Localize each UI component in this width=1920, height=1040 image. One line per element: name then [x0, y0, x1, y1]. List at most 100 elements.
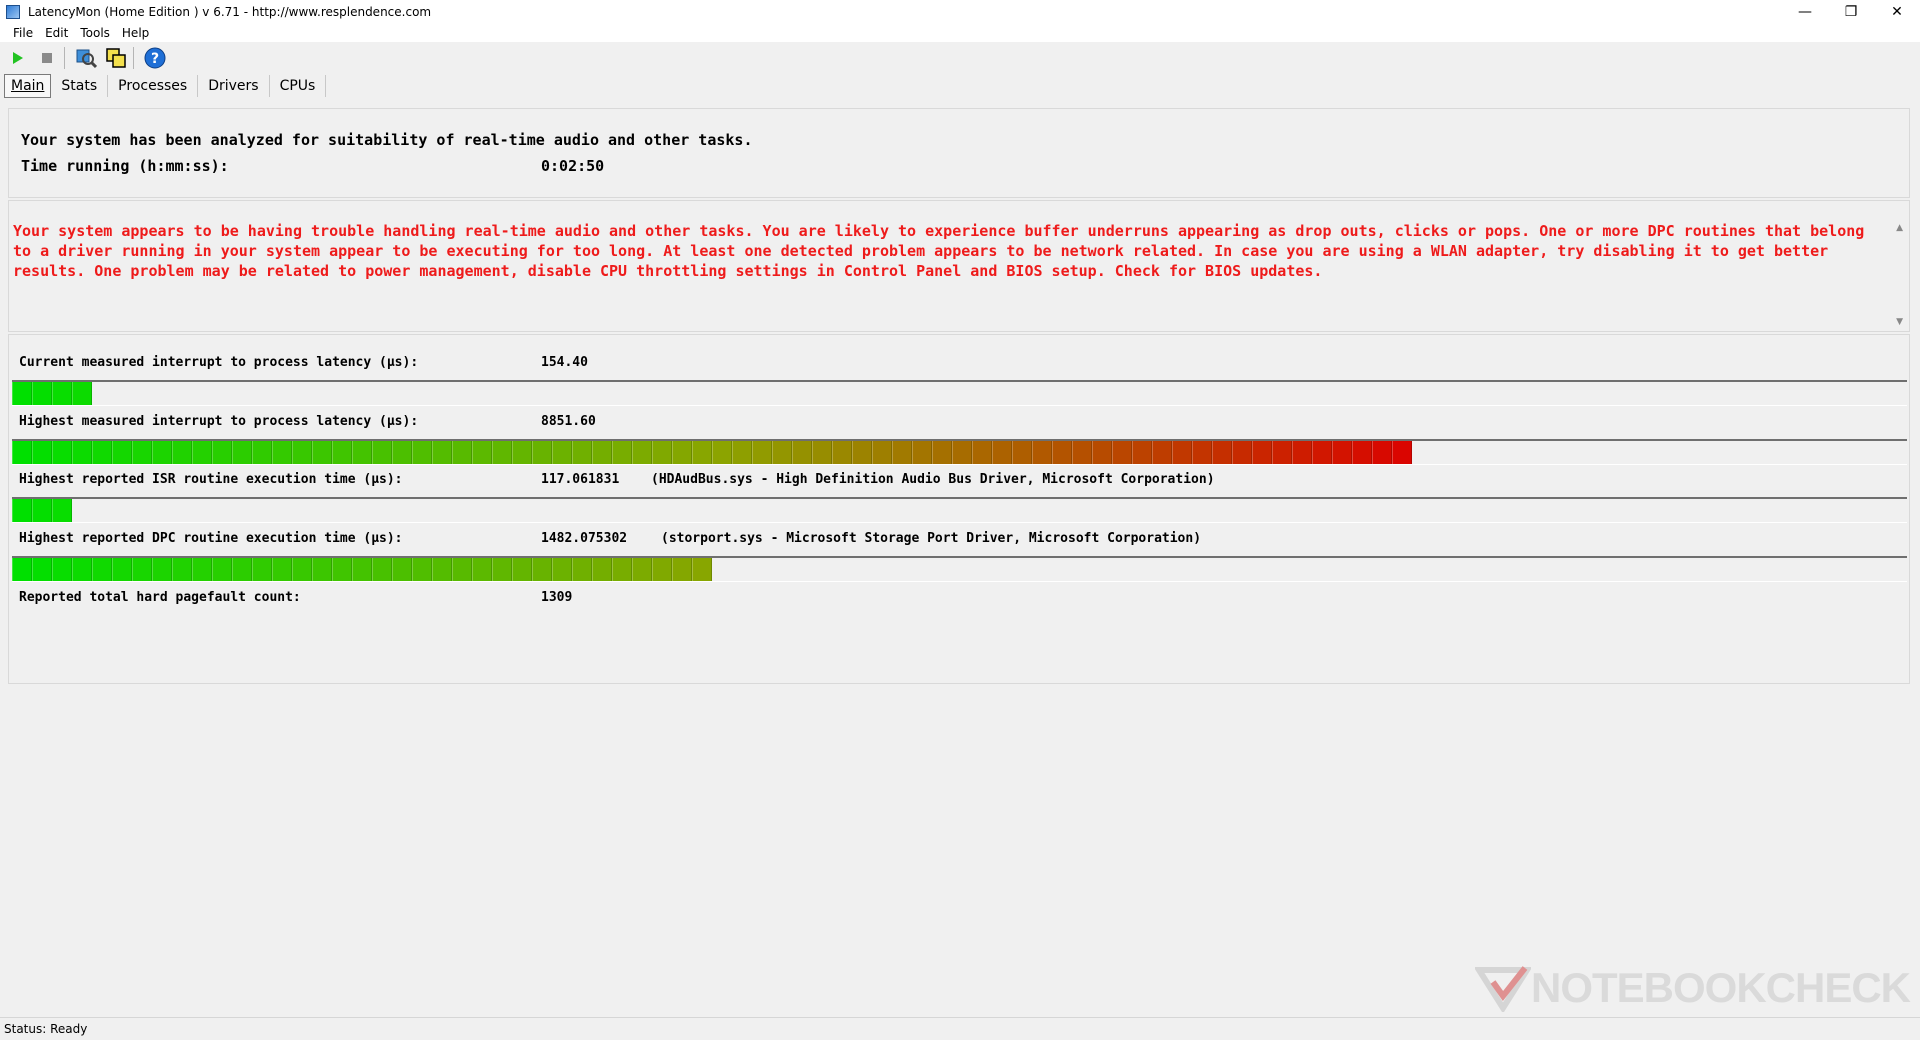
tab-stats[interactable]: Stats — [51, 75, 109, 97]
bar-segment — [1052, 441, 1072, 464]
time-running-label: Time running (h:mm:ss): — [21, 157, 229, 175]
bar-segment — [332, 558, 352, 581]
bar-segment — [52, 499, 72, 522]
bar-segment — [252, 558, 272, 581]
bar-segment — [52, 441, 72, 464]
bar-segment — [32, 499, 52, 522]
bar-segment — [372, 558, 392, 581]
current-latency-bar — [12, 380, 1907, 406]
bar-segment — [652, 441, 672, 464]
menu-edit[interactable]: Edit — [40, 26, 73, 40]
bar-segment — [232, 558, 252, 581]
bar-segment — [32, 441, 52, 464]
pagefault-label: Reported total hard pagefault count: — [19, 590, 301, 605]
bar-segment — [812, 441, 832, 464]
bar-segment — [1292, 441, 1312, 464]
minimize-button[interactable]: — — [1782, 0, 1828, 24]
copy-windows-button[interactable] — [103, 45, 129, 71]
bar-segment — [552, 441, 572, 464]
bar-segment — [1312, 441, 1332, 464]
bar-segment — [552, 558, 572, 581]
bar-segment — [212, 441, 232, 464]
scroll-up-icon[interactable]: ▲ — [1896, 223, 1903, 233]
bar-segment — [432, 558, 452, 581]
bar-segment — [752, 441, 772, 464]
scroll-down-icon[interactable]: ▼ — [1896, 317, 1903, 327]
bar-segment — [532, 441, 552, 464]
dpc-driver: (storport.sys - Microsoft Storage Port D… — [661, 531, 1202, 546]
bar-segment — [532, 558, 552, 581]
bar-segment — [1012, 441, 1032, 464]
tab-cpus[interactable]: CPUs — [270, 75, 327, 97]
watermark-text: NOTEBOOKCHECK — [1530, 964, 1911, 1011]
app-icon — [6, 5, 20, 19]
help-button[interactable]: ? — [142, 45, 168, 71]
tab-main[interactable]: Main — [4, 74, 52, 98]
bar-segment — [1212, 441, 1232, 464]
time-running-value: 0:02:50 — [541, 157, 605, 175]
bar-segment — [392, 558, 412, 581]
bar-segment — [1232, 441, 1252, 464]
start-button[interactable] — [4, 45, 30, 71]
bar-segment — [732, 441, 752, 464]
bar-segment — [1372, 441, 1392, 464]
menu-file[interactable]: File — [8, 26, 38, 40]
restore-button[interactable]: ❐ — [1828, 0, 1874, 24]
bar-segment — [1392, 441, 1412, 464]
dpc-label: Highest reported DPC routine execution t… — [19, 531, 403, 546]
bar-segment — [112, 558, 132, 581]
warning-panel[interactable]: Your system appears to be having trouble… — [8, 200, 1910, 332]
bar-segment — [1332, 441, 1352, 464]
bar-segment — [332, 441, 352, 464]
bar-segment — [512, 441, 532, 464]
analyze-button[interactable] — [73, 45, 99, 71]
menu-tools[interactable]: Tools — [75, 26, 115, 40]
bar-segment — [32, 382, 52, 405]
tab-drivers[interactable]: Drivers — [198, 75, 270, 97]
bar-segment — [72, 441, 92, 464]
close-button[interactable]: ✕ — [1874, 0, 1920, 24]
bar-segment — [192, 558, 212, 581]
bar-segment — [932, 441, 952, 464]
bar-segment — [1152, 441, 1172, 464]
highest-latency-bar-fill — [12, 441, 1412, 464]
bar-segment — [712, 441, 732, 464]
current-latency-value: 154.40 — [541, 355, 588, 370]
analysis-summary: Your system has been analyzed for suitab… — [21, 131, 753, 149]
bar-segment — [1252, 441, 1272, 464]
bar-segment — [312, 441, 332, 464]
bar-segment — [472, 558, 492, 581]
bar-segment — [572, 441, 592, 464]
bar-segment — [12, 441, 32, 464]
svg-text:?: ? — [151, 51, 159, 67]
highest-latency-value: 8851.60 — [541, 414, 596, 429]
bar-segment — [12, 382, 32, 405]
bar-segment — [1072, 441, 1092, 464]
bar-segment — [352, 558, 372, 581]
bar-segment — [1092, 441, 1112, 464]
bar-segment — [592, 558, 612, 581]
stop-button[interactable] — [34, 45, 60, 71]
isr-value: 117.061831 — [541, 472, 620, 487]
bar-segment — [132, 441, 152, 464]
bar-segment — [432, 441, 452, 464]
bar-segment — [1172, 441, 1192, 464]
bar-segment — [32, 558, 52, 581]
bar-segment — [852, 441, 872, 464]
tab-processes[interactable]: Processes — [108, 75, 199, 97]
isr-label: Highest reported ISR routine execution t… — [19, 472, 403, 487]
bar-segment — [472, 441, 492, 464]
notebookcheck-logo-icon — [1474, 966, 1531, 1012]
bar-segment — [792, 441, 812, 464]
bar-segment — [172, 441, 192, 464]
bar-segment — [352, 441, 372, 464]
menu-help[interactable]: Help — [117, 26, 154, 40]
copy-windows-icon — [106, 48, 126, 68]
bar-segment — [692, 558, 712, 581]
bar-segment — [452, 558, 472, 581]
bar-segment — [832, 441, 852, 464]
summary-panel: Your system has been analyzed for suitab… — [8, 108, 1910, 198]
bar-segment — [1032, 441, 1052, 464]
bar-segment — [1112, 441, 1132, 464]
bar-segment — [952, 441, 972, 464]
